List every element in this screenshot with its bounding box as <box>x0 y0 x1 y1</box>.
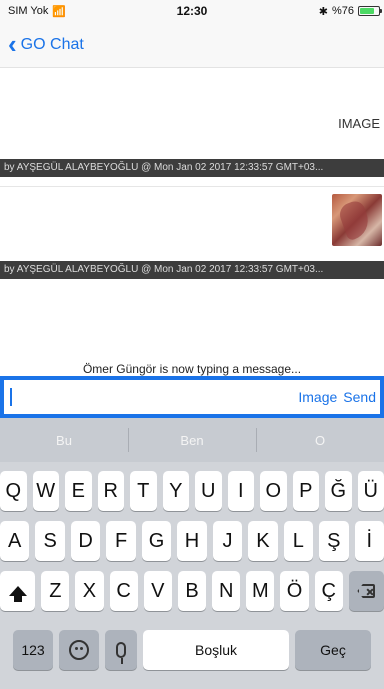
battery-percent: %76 <box>331 5 354 17</box>
key[interactable]: S <box>35 521 65 561</box>
key[interactable]: O <box>260 471 287 511</box>
key[interactable]: W <box>32 471 59 511</box>
key[interactable]: Ş <box>319 521 349 561</box>
key-row-4: 123 Boşluk Geç <box>0 630 384 670</box>
typing-indicator: Ömer Güngör is now typing a message... <box>82 362 302 376</box>
key[interactable]: Ö <box>280 571 309 611</box>
key[interactable]: R <box>97 471 124 511</box>
status-right: ✱ %76 <box>318 5 382 18</box>
dictation-key[interactable] <box>105 630 137 670</box>
microphone-icon <box>116 642 126 664</box>
status-left: SIM Yok 📶 <box>8 5 66 18</box>
input-actions: Image Send <box>298 389 376 405</box>
key[interactable]: J <box>212 521 243 561</box>
key[interactable]: K <box>248 521 278 561</box>
backspace-icon <box>357 584 376 598</box>
key[interactable]: Q <box>0 471 27 511</box>
suggestion-item[interactable]: O <box>256 418 384 462</box>
keyboard: Bu Ben O Q W E R T Y U I O P Ğ Ü A S D F… <box>0 418 384 689</box>
key[interactable]: Ü <box>357 471 384 511</box>
message-image-text: IMAGE <box>338 116 380 131</box>
key[interactable]: I <box>227 471 254 511</box>
message-list: IMAGE by AYŞEGÜL ALAYBEYOĞLU @ Mon Jan 0… <box>0 68 384 358</box>
key[interactable]: X <box>75 571 104 611</box>
numbers-key[interactable]: 123 <box>13 630 53 670</box>
key[interactable]: İ <box>354 521 384 561</box>
suggestion-bar: Bu Ben O <box>0 418 384 462</box>
message-input-bar: Image Send <box>0 376 384 418</box>
go-key[interactable]: Geç <box>295 630 371 670</box>
shift-key[interactable] <box>0 571 36 611</box>
key[interactable]: Y <box>162 471 189 511</box>
back-label: GO Chat <box>20 35 84 53</box>
thumbnail-detail <box>336 198 374 242</box>
key[interactable]: B <box>177 571 207 611</box>
carrier-text: SIM Yok <box>8 5 49 17</box>
key[interactable]: T <box>130 471 157 511</box>
key[interactable]: L <box>283 521 314 561</box>
chevron-left-icon: ‹ <box>8 28 17 59</box>
suggestion-item[interactable]: Bu <box>0 418 128 462</box>
key[interactable]: E <box>65 471 92 511</box>
shift-icon <box>8 586 27 602</box>
backspace-key[interactable] <box>348 571 384 611</box>
key[interactable]: Ğ <box>325 471 352 511</box>
send-button[interactable]: Send <box>343 389 376 405</box>
back-button[interactable]: ‹ GO Chat <box>8 28 84 59</box>
key[interactable]: C <box>109 571 138 611</box>
emoji-key[interactable] <box>59 630 99 670</box>
image-button[interactable]: Image <box>298 389 337 405</box>
key-row-1: Q W E R T Y U I O P Ğ Ü <box>0 471 384 511</box>
key[interactable]: G <box>141 521 172 561</box>
key-row-2: A S D F G H J K L Ş İ <box>0 521 384 561</box>
battery-icon <box>358 6 382 16</box>
key[interactable]: H <box>177 521 207 561</box>
key[interactable]: F <box>106 521 136 561</box>
key[interactable]: Z <box>41 571 70 611</box>
key[interactable]: Ç <box>314 571 343 611</box>
wifi-icon: 📶 <box>52 5 67 18</box>
suggestion-item[interactable]: Ben <box>128 418 256 462</box>
divider <box>0 186 384 187</box>
space-key[interactable]: Boşluk <box>143 630 289 670</box>
message-input[interactable] <box>12 380 299 414</box>
key-row-3: Z X C V B N M Ö Ç <box>0 571 384 611</box>
key[interactable]: P <box>292 471 319 511</box>
key[interactable]: A <box>0 521 30 561</box>
key[interactable]: M <box>246 571 275 611</box>
bluetooth-icon: ✱ <box>318 5 328 18</box>
key[interactable]: V <box>143 571 172 611</box>
nav-bar: ‹ GO Chat <box>0 22 384 68</box>
key[interactable]: U <box>195 471 222 511</box>
message-meta: by AYŞEGÜL ALAYBEYOĞLU @ Mon Jan 02 2017… <box>0 261 384 279</box>
message-image-thumbnail[interactable] <box>332 194 382 246</box>
emoji-icon <box>69 640 89 660</box>
message-meta: by AYŞEGÜL ALAYBEYOĞLU @ Mon Jan 02 2017… <box>0 159 384 177</box>
status-bar: SIM Yok 📶 12:30 ✱ %76 <box>0 0 384 22</box>
key[interactable]: D <box>70 521 101 561</box>
battery-fill <box>360 8 374 14</box>
key[interactable]: N <box>212 571 241 611</box>
